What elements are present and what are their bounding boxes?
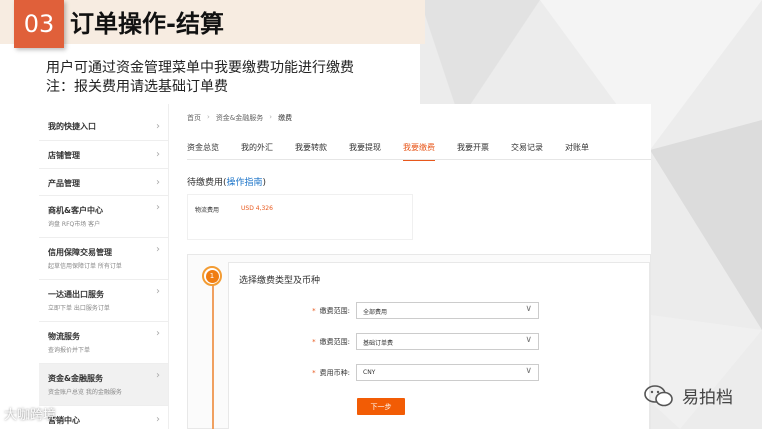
sidebar-item-finance[interactable]: 资金&金融服务 资金账户总览 我的金融服务 › [39,364,168,406]
sidebar-item-export-service[interactable]: 一达通出口服务 立即下单 出口服务订单 › [39,280,168,322]
sidebar-item-label: 产品管理 [48,179,80,188]
sidebar-item-products[interactable]: 产品管理 › [39,169,168,196]
chevron-right-icon: › [156,328,160,339]
tab-divider [187,159,651,160]
currency-select[interactable]: CNY ∨ [356,364,539,381]
sidebar-item-label: 店铺管理 [48,151,80,160]
watermark-left: 大咖跨境 [4,408,57,423]
section-number: 03 [14,0,64,48]
fee-type-label: 物流费用 [195,207,220,214]
tab-funds-overview[interactable]: 资金总览 [187,138,219,161]
chevron-right-icon: › [156,370,160,381]
field-label-text: 费用币种: [319,369,350,377]
required-mark: * [312,307,316,315]
watermark-right: 易拍档 [644,383,733,408]
sidebar-item-marketing[interactable]: 营销中心 › [39,406,168,429]
guide-link[interactable]: 操作指南 [227,178,263,188]
select-value: CNY [363,369,376,376]
pending-fees-title: 待缴费用(操作指南) [187,175,266,188]
sidebar-item-quick-entry[interactable]: 我的快捷入口 › [39,104,168,141]
step-connector [212,279,214,429]
chevron-right-icon: › [156,414,160,425]
chevron-right-icon: › [156,202,160,213]
chevron-right-icon: › [269,113,273,121]
next-step-button[interactable]: 下一步 [357,398,405,415]
sidebar-item-label: 营销中心 [48,416,80,425]
chevron-right-icon: › [156,244,160,255]
sidebar-item-label: 信用保障交易管理 [48,248,112,257]
field-scope-2: * 缴费范围: 基础订单费 ∨ [229,333,651,351]
breadcrumb-home[interactable]: 首页 [187,113,201,123]
chevron-down-icon: ∨ [525,335,532,345]
fee-amount: USD 4,326 [241,205,273,212]
chevron-right-icon: › [156,149,160,160]
sidebar-item-trade-assurance[interactable]: 信用保障交易管理 起草信用保障订单 所有订单 › [39,238,168,280]
slide-title: 订单操作-结算 [70,10,224,38]
pending-fees-label: 待缴费用( [187,178,227,188]
step-number: 1 [205,269,219,283]
form-card: 选择缴费类型及币种 * 缴费范围: 全部费用 ∨ * 缴费范围: 基础订单费 ∨ * 费用… [228,262,650,429]
wechat-icon [644,384,673,406]
tab-pay-fees[interactable]: 我要缴费 [403,138,435,161]
field-scope-1: * 缴费范围: 全部费用 ∨ [229,302,651,320]
sidebar-item-sublinks[interactable]: 查询报价并下单 [48,345,168,354]
breadcrumb: 首页 › 资金&金融服务 › 缴费 [187,113,292,123]
tab-my-forex[interactable]: 我的外汇 [241,138,273,161]
chevron-right-icon: › [156,286,160,297]
step-indicator: 1 [202,266,222,286]
chevron-right-icon: › [156,177,160,188]
sidebar-item-sublinks[interactable]: 资金账户总览 我的金融服务 [48,387,168,396]
form-title: 选择缴费类型及币种 [239,276,321,286]
field-label: * 缴费范围: [312,337,350,347]
sidebar-item-label: 我的快捷入口 [48,122,96,131]
fee-type-select[interactable]: 基础订单费 ∨ [356,333,539,350]
field-currency: * 费用币种: CNY ∨ [229,364,651,382]
tab-statement[interactable]: 对账单 [565,138,589,161]
slide-subtitle: 用户可通过资金管理菜单中我要缴费功能进行缴费 [46,60,354,76]
sidebar: 我的快捷入口 › 店铺管理 › 产品管理 › 商机&客户中心 询盘 RFQ市场 … [39,104,169,429]
watermark-right-text: 易拍档 [682,388,733,408]
tab-transfer[interactable]: 我要转款 [295,138,327,161]
sidebar-item-sublinks[interactable]: 起草信用保障订单 所有订单 [48,261,168,270]
sidebar-item-label: 物流服务 [48,332,80,341]
app-screenshot: 我的快捷入口 › 店铺管理 › 产品管理 › 商机&客户中心 询盘 RFQ市场 … [39,104,651,429]
sidebar-item-customers[interactable]: 商机&客户中心 询盘 RFQ市场 客户 › [39,196,168,238]
pending-fees-close-paren: ) [262,178,267,188]
chevron-right-icon: › [207,113,210,121]
payment-form-panel: 1 选择缴费类型及币种 * 缴费范围: 全部费用 ∨ * 缴费范围: 基础订单费 ∨ *… [187,254,651,429]
sidebar-item-label: 资金&金融服务 [48,374,103,383]
sidebar-item-sublinks[interactable]: 立即下单 出口服务订单 [48,303,168,312]
sidebar-item-label: 一达通出口服务 [48,290,104,299]
field-label-text: 缴费范围: [319,307,350,315]
tab-withdraw[interactable]: 我要提现 [349,138,381,161]
tab-transactions[interactable]: 交易记录 [511,138,543,161]
tab-invoice[interactable]: 我要开票 [457,138,489,161]
field-label: * 缴费范围: [312,306,350,316]
chevron-down-icon: ∨ [525,304,532,314]
sidebar-item-logistics[interactable]: 物流服务 查询报价并下单 › [39,322,168,364]
breadcrumb-current: 缴费 [278,114,293,122]
sidebar-item-sublinks[interactable]: 询盘 RFQ市场 客户 [48,219,168,228]
main-content: 首页 › 资金&金融服务 › 缴费 资金总览 我的外汇 我要转款 我要提现 我要… [169,104,651,429]
select-value: 基础订单费 [363,340,394,347]
chevron-right-icon: › [156,121,160,132]
required-mark: * [312,369,316,377]
fee-scope-select[interactable]: 全部费用 ∨ [356,302,539,319]
field-label: * 费用币种: [312,368,350,378]
select-value: 全部费用 [363,309,388,316]
slide-note: 注：报关费用请选基础订单费 [46,79,228,95]
pending-fee-card: 物流费用 USD 4,326 [187,194,413,240]
breadcrumb-finance[interactable]: 资金&金融服务 [216,113,263,123]
tab-bar: 资金总览 我的外汇 我要转款 我要提现 我要缴费 我要开票 交易记录 对账单 [187,138,611,161]
sidebar-item-label: 商机&客户中心 [48,206,103,215]
field-label-text: 缴费范围: [319,338,350,346]
chevron-down-icon: ∨ [525,366,532,376]
sidebar-item-store[interactable]: 店铺管理 › [39,141,168,169]
required-mark: * [312,338,316,346]
